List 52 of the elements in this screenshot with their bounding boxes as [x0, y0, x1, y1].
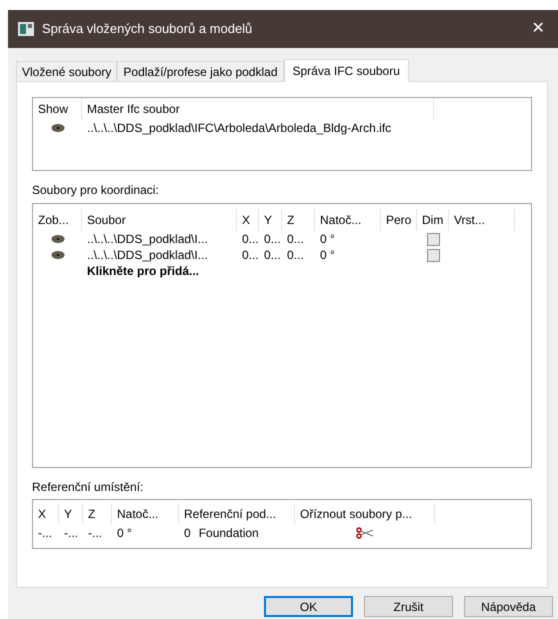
checkbox[interactable]	[426, 232, 440, 246]
column-header[interactable]: Pero	[386, 211, 412, 229]
app-icon	[18, 22, 34, 36]
add-row-link[interactable]: Klikněte pro přidá...	[82, 262, 204, 280]
table-cell-text: 0...	[287, 247, 304, 264]
close-button[interactable]: ✕	[526, 17, 550, 41]
column-header[interactable]: Master Ifc soubor	[87, 100, 180, 118]
table-cell-text: 0...	[264, 247, 281, 264]
column-header[interactable]: Y	[264, 211, 272, 229]
column-header[interactable]: Z	[287, 211, 294, 229]
scissors-icon[interactable]	[356, 527, 374, 539]
eye-icon[interactable]	[50, 250, 64, 260]
tab[interactable]: Vložené soubory	[16, 61, 118, 81]
eye-icon[interactable]	[50, 234, 64, 244]
table-cell-text: 0...	[287, 231, 304, 248]
table-cell-text: ..\..\..\DDS_podklad\I...	[87, 231, 208, 248]
column-header[interactable]: X	[38, 505, 46, 523]
tab[interactable]: Podlaží/profese jako podklad	[117, 61, 284, 81]
dialog-button[interactable]: Zrušit	[364, 596, 453, 617]
column-header[interactable]: X	[242, 211, 250, 229]
dialog-button[interactable]: OK	[264, 596, 353, 617]
column-header[interactable]: Y	[64, 505, 72, 523]
column-header[interactable]: Natoč...	[320, 211, 362, 229]
checkbox[interactable]	[426, 248, 440, 262]
column-header[interactable]: Dim	[422, 211, 444, 229]
column-header[interactable]: Vrst...	[454, 211, 485, 229]
table-cell-text: 0...	[242, 231, 259, 248]
column-header[interactable]: Referenční pod...	[184, 505, 276, 523]
table-cell-text: 0 °	[117, 525, 132, 542]
eye-icon[interactable]	[50, 123, 64, 133]
column-header[interactable]: Zob...	[38, 211, 69, 229]
table-cell-text: -...	[88, 525, 102, 542]
table-cell-text: ..\..\..\DDS_podklad\I...	[87, 247, 208, 264]
table-cell-text: 0	[184, 525, 191, 542]
table-cell-text: -...	[38, 525, 52, 542]
table-cell-text: ..\..\..\DDS_podklad\IFC\Arboleda\Arboleda_Bldg-Arch.ifc	[87, 120, 392, 137]
column-header[interactable]: Show	[38, 100, 68, 118]
dialog-button[interactable]: Nápověda	[464, 596, 553, 617]
table-cell-text: 0 °	[320, 231, 335, 248]
section-label: Referenční umístění:	[32, 480, 144, 494]
column-header[interactable]: Natoč...	[117, 505, 158, 523]
table-cell-text: 0 °	[320, 247, 335, 264]
tab[interactable]: Správa IFC souboru	[284, 59, 409, 82]
column-header[interactable]: Z	[88, 505, 96, 523]
column-header[interactable]: Soubor	[87, 211, 126, 229]
column-header[interactable]: Oříznout soubory p...	[300, 505, 412, 523]
section-label: Soubory pro koordinaci:	[32, 183, 159, 197]
window-title: Správa vložených souborů a modelů	[42, 20, 254, 38]
table-cell-text: Foundation	[198, 525, 259, 542]
table-cell-text: -...	[64, 525, 78, 542]
table-cell-text: 0...	[242, 247, 259, 264]
table-cell-text: 0...	[264, 231, 281, 248]
